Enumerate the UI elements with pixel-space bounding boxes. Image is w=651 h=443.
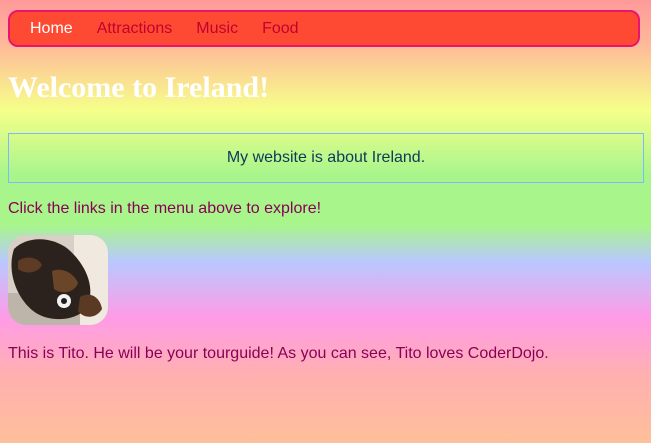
menu-item-home[interactable]: Home bbox=[30, 20, 73, 38]
menu-item-food[interactable]: Food bbox=[262, 20, 298, 38]
menu-item-attractions[interactable]: Attractions bbox=[97, 20, 173, 38]
page-title: Welcome to Ireland! bbox=[8, 71, 270, 104]
photo-caption: This is Tito. He will be your tourguide!… bbox=[8, 345, 549, 362]
intro-box: My website is about Ireland. bbox=[8, 133, 644, 183]
dog-photo-icon bbox=[8, 235, 108, 325]
main-menu: Home Attractions Music Food bbox=[8, 10, 640, 47]
dog-photo bbox=[8, 235, 108, 325]
menu-item-music[interactable]: Music bbox=[196, 20, 238, 38]
explore-text: Click the links in the menu above to exp… bbox=[8, 200, 322, 217]
intro-text: My website is about Ireland. bbox=[226, 149, 426, 166]
